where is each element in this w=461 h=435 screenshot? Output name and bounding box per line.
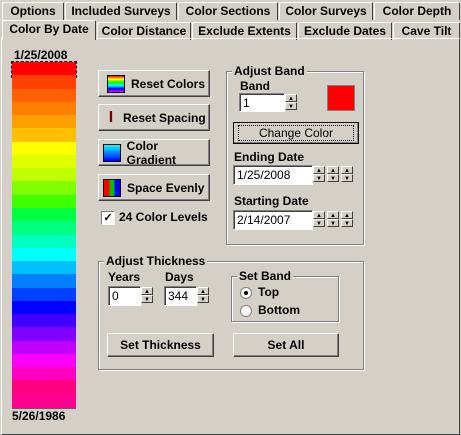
- tab-included-surveys[interactable]: Included Surveys: [65, 2, 177, 20]
- ending-date-spinner-3[interactable]: ▲ ▼: [341, 166, 354, 182]
- ending-date-field[interactable]: 1/25/2008: [233, 165, 313, 185]
- space-evenly-button[interactable]: Space Evenly: [98, 174, 210, 201]
- tab-color-surveys[interactable]: Color Surveys: [279, 2, 373, 20]
- starting-date-label: Starting Date: [234, 194, 309, 208]
- radio-top-label: Top: [258, 285, 280, 299]
- band-color-swatch[interactable]: [327, 85, 355, 111]
- band-spinner[interactable]: ▲ ▼: [285, 94, 298, 110]
- set-all-button[interactable]: Set All: [233, 333, 339, 357]
- tab-color-depth[interactable]: Color Depth: [374, 2, 460, 20]
- radio-top[interactable]: [240, 287, 252, 299]
- radio-bottom[interactable]: [240, 305, 252, 317]
- color-gradient-icon: [103, 143, 121, 162]
- ending-date-spinner-2[interactable]: ▲ ▼: [327, 166, 340, 182]
- years-spinner[interactable]: ▲ ▼: [141, 287, 154, 303]
- ending-date-label: Ending Date: [234, 150, 305, 164]
- reset-colors-icon: [107, 74, 125, 93]
- starting-date-spinner-1[interactable]: ▲ ▼: [313, 211, 326, 227]
- years-field[interactable]: 0: [108, 286, 141, 306]
- color-gradient-button[interactable]: Color Gradient: [98, 139, 210, 167]
- starting-date-field[interactable]: 2/14/2007: [233, 210, 313, 230]
- reset-colors-button[interactable]: Reset Colors: [98, 70, 210, 97]
- checkbox-24-label: 24 Color Levels: [119, 210, 208, 224]
- days-label: Days: [165, 270, 194, 284]
- checkbox-24-color-levels[interactable]: ✓: [101, 211, 115, 225]
- starting-date-spinner-3[interactable]: ▲ ▼: [341, 211, 354, 227]
- reset-spacing-icon: I: [108, 108, 114, 126]
- ending-date-spinner-1[interactable]: ▲ ▼: [313, 166, 326, 182]
- tab-options[interactable]: Options: [2, 2, 64, 20]
- set-band-title: Set Band: [237, 269, 294, 283]
- radio-bottom-label: Bottom: [258, 303, 300, 317]
- days-field[interactable]: 344: [164, 286, 197, 306]
- space-evenly-icon: [103, 178, 121, 197]
- set-thickness-button[interactable]: Set Thickness: [107, 333, 214, 357]
- colorbar-bottom-date: 5/26/1986: [12, 409, 66, 423]
- radio-top-dot: [244, 291, 248, 295]
- band-field[interactable]: 1: [239, 93, 285, 112]
- band-label: Band: [240, 79, 270, 93]
- starting-date-spinner-2[interactable]: ▲ ▼: [327, 211, 340, 227]
- days-spinner[interactable]: ▲ ▼: [197, 287, 210, 303]
- colorbar-top-date: 1/25/2008: [14, 48, 68, 62]
- change-color-button[interactable]: Change Color: [233, 122, 359, 144]
- adjust-band-title: Adjust Band: [232, 64, 307, 78]
- color-band[interactable]: [12, 393, 76, 409]
- tab-color-by-date[interactable]: Color By Date: [2, 20, 96, 40]
- reset-spacing-button[interactable]: I Reset Spacing: [98, 104, 210, 131]
- years-label: Years: [108, 270, 141, 284]
- adjust-thickness-title: Adjust Thickness: [104, 254, 208, 268]
- tab-color-sections[interactable]: Color Sections: [178, 2, 278, 20]
